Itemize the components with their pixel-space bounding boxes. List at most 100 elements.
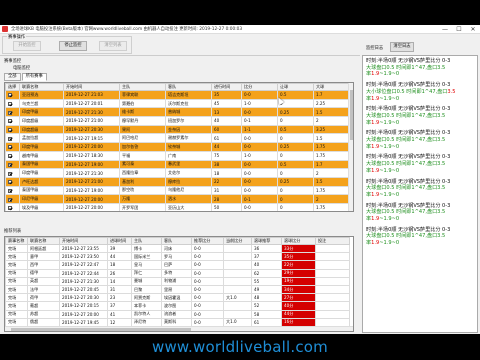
results-cell: 0-0 [191, 293, 224, 303]
tab-all[interactable]: 全部 [4, 73, 21, 81]
match-col-header[interactable]: 主队 [119, 83, 166, 91]
match-col-header[interactable]: 联赛名称 [19, 83, 64, 91]
match-select-cell[interactable] [5, 194, 20, 204]
results-row[interactable]: 完场 法甲 2019-12-27 20:45 31 巴黎 里昂 0-0 49 34分 [5, 284, 350, 295]
results-cell: 2019-12-27 22:44 [59, 268, 108, 278]
match-grid-vscroll[interactable] [348, 83, 353, 211]
results-cell: 2019-12-27 22:47 [59, 260, 108, 270]
match-cell: 61 [211, 133, 242, 144]
row-checkbox[interactable] [8, 171, 12, 176]
results-row[interactable]: 完场 英超 2019-12-27 21:30 14 曼城 利物浦 0-0 55 19分 [5, 276, 350, 286]
match-row[interactable]: 印度甲级 2019-12-27 20:00 加尔各答 钦奈城 44 0-0 0.25 1.75 [5, 142, 350, 152]
results-cell: 大1.0 [223, 293, 252, 303]
match-select-cell[interactable] [5, 124, 20, 135]
match-row[interactable]: 亚冠预选 2019-12-27 21:03 菲律宾联 塔吉克斯坦 35 0-0 0.5 1.7 [5, 90, 350, 100]
match-cell: 60 [211, 124, 242, 135]
toolbar: 赛事操作 开始监控 停止监控 清空列表 [0, 34, 360, 56]
match-row[interactable]: 越南甲级 2019-12-27 18:30 平福 广南 75 1-0 0 1.75 [5, 150, 350, 161]
match-select-cell[interactable] [5, 168, 20, 178]
match-row[interactable]: 泰国甲级 2019-12-27 19:00 那空叻 乌隆他尼 31 0-0 0 1.75 [5, 185, 350, 196]
results-col-header[interactable]: 客队 [161, 237, 192, 245]
match-select-cell[interactable] [5, 202, 20, 211]
match-select-cell[interactable] [5, 133, 20, 144]
match-col-header[interactable]: 比分 [241, 83, 278, 91]
results-col-header[interactable]: 进球时间 [107, 237, 132, 245]
match-row[interactable]: 印度甲级 2019-12-27 21:30 西隆拉章 艾佐尔 18 0-0 0 2 [5, 168, 350, 178]
match-row[interactable]: 乌克兰超 2019-12-27 20:01 第聂伯 沃尔斯克拉 45 1-0 0 2.25 [5, 98, 350, 109]
row-checkbox[interactable] [8, 188, 12, 193]
match-col-header[interactable]: 选择 [5, 83, 20, 91]
results-row[interactable]: 完场 西甲 2019-12-27 22:47 18 皇马 巴萨 0-0 40 22分 [5, 260, 350, 270]
row-checkbox[interactable] [8, 110, 12, 115]
clear-log-button[interactable]: 清空日志 [390, 42, 414, 52]
vscroll-thumb[interactable] [350, 90, 353, 140]
results-hscroll[interactable] [5, 326, 353, 331]
row-checkbox[interactable] [8, 136, 12, 141]
results-row[interactable]: 完场 荷甲 2019-12-27 20:30 23 阿贾克斯 埃因霍温 0-0 大1.0 48 2… [5, 293, 350, 303]
row-checkbox[interactable] [8, 102, 12, 107]
row-checkbox[interactable] [8, 119, 12, 124]
results-cell: 完场 [5, 293, 28, 303]
match-row[interactable]: 印尼甲级 2019-12-27 20:00 万隆 泗水 28 0-1 0 2 [5, 194, 350, 204]
match-col-header[interactable]: 让球 [277, 83, 314, 91]
row-checkbox[interactable] [8, 180, 12, 185]
results-col-header[interactable]: 推荐比分 [191, 237, 224, 245]
log-textbox[interactable]: 时刻:半场0顺 无沙钢VS萨里比分 0-3 大球盘口0.5 时间即1^47,盘口3… [362, 55, 478, 333]
results-row[interactable]: 完场 意甲 2019-12-27 23:50 44 国际米兰 罗马 0-0 37 35分 [5, 252, 350, 262]
results-col-header[interactable]: 联赛名称 [27, 237, 60, 245]
match-row[interactable]: 泰国甲级 2019-12-27 19:00 素可泰 春武里 38 0-0 0.5 1.7 [5, 159, 350, 170]
match-select-cell[interactable] [5, 150, 20, 161]
match-cell: 艾佐尔 [165, 168, 212, 178]
results-cell [315, 301, 350, 311]
results-col-header[interactable]: 当前比分 [223, 237, 252, 245]
results-col-header[interactable]: 投注 [315, 237, 350, 245]
match-col-header[interactable]: 客队 [165, 83, 212, 91]
match-row[interactable]: 卢旺达超 2019-12-27 21:00 基加利 穆库拉 22 0-0 0.25 1.5 [5, 176, 350, 187]
match-select-cell[interactable] [5, 159, 20, 170]
row-checkbox[interactable] [8, 128, 12, 133]
results-cell: 巴黎 [131, 284, 162, 295]
row-checkbox[interactable] [8, 197, 12, 202]
results-row[interactable]: 完场 阿根廷超 2019-12-27 23:55 39 博卡 河床 0-0 36 33分 [5, 243, 350, 254]
match-select-cell[interactable] [5, 98, 20, 109]
results-row[interactable]: 完场 苏超 2019-12-27 20:00 41 凯尔特人 流浪者 0-0 58 44分 [5, 309, 350, 319]
results-col-header[interactable]: 赛事名称 [5, 237, 28, 245]
match-col-header[interactable]: 大球 [313, 83, 350, 91]
minimize-button[interactable]: — [438, 25, 452, 34]
match-select-cell[interactable] [5, 185, 20, 196]
match-row[interactable]: 孟加拉超 2019-12-27 19:15 阿巴哈尼 谢赫罗素尔 61 0-0 0 1.5 [5, 133, 350, 144]
results-row[interactable]: 完场 德甲 2019-12-27 22:44 26 拜仁 多特 0-0 62 29分 [5, 268, 350, 278]
results-cell: 英超 [27, 276, 60, 286]
maximize-button[interactable]: ☐ [452, 25, 466, 34]
row-checkbox[interactable] [8, 162, 12, 167]
hscroll-thumb[interactable] [11, 328, 191, 331]
row-checkbox[interactable] [8, 206, 12, 211]
results-col-header[interactable]: 开始时间 [59, 237, 108, 245]
match-select-cell[interactable] [5, 90, 20, 100]
row-checkbox[interactable] [8, 145, 12, 150]
match-cell: 0-0 [241, 176, 278, 187]
stop-monitor-button[interactable]: 停止监控 [59, 41, 87, 51]
match-select-cell[interactable] [5, 116, 20, 126]
match-col-header[interactable]: 开始时间 [63, 83, 120, 91]
match-row[interactable]: 印度超级 2019-12-27 21:00 穆罕默丹 班加罗尔 40 0-1 0 2 [5, 116, 350, 126]
start-monitor-button[interactable]: 开始监控 [13, 41, 41, 51]
match-row[interactable]: 印度超级 2019-12-27 20:30 果阿 金奈因 60 1-1 0.5 3.25 [5, 124, 350, 135]
match-col-header[interactable]: 进行时间 [211, 83, 242, 91]
match-row[interactable]: 埃及甲级 2019-12-27 20:00 开罗军团 亚历山大 50 0-0 0 1.75 [5, 202, 350, 211]
results-col-header[interactable]: 滚球比分 [281, 237, 316, 245]
results-cell [315, 284, 350, 295]
match-row[interactable]: 印度甲级 2019-12-27 21:30 维卡斯 普纳城 13 0-0 0.25 1.5 [5, 107, 350, 118]
match-cell: 13 [211, 107, 242, 118]
tab-all-matches[interactable]: 所有赛事 [21, 73, 47, 81]
clear-list-button[interactable]: 清空列表 [99, 41, 127, 51]
results-col-header[interactable]: 主队 [131, 237, 162, 245]
row-checkbox[interactable] [8, 154, 12, 159]
match-select-cell[interactable] [5, 142, 20, 152]
match-select-cell[interactable] [5, 176, 20, 187]
row-checkbox[interactable] [8, 93, 12, 98]
close-button[interactable]: ✕ [466, 25, 480, 34]
results-col-header[interactable]: 滚球推荐 [251, 237, 282, 245]
match-select-cell[interactable] [5, 107, 20, 118]
results-row[interactable]: 完场 葡超 2019-12-27 20:15 37 本菲卡 波尔图 0-0 52 40分 [5, 301, 350, 311]
